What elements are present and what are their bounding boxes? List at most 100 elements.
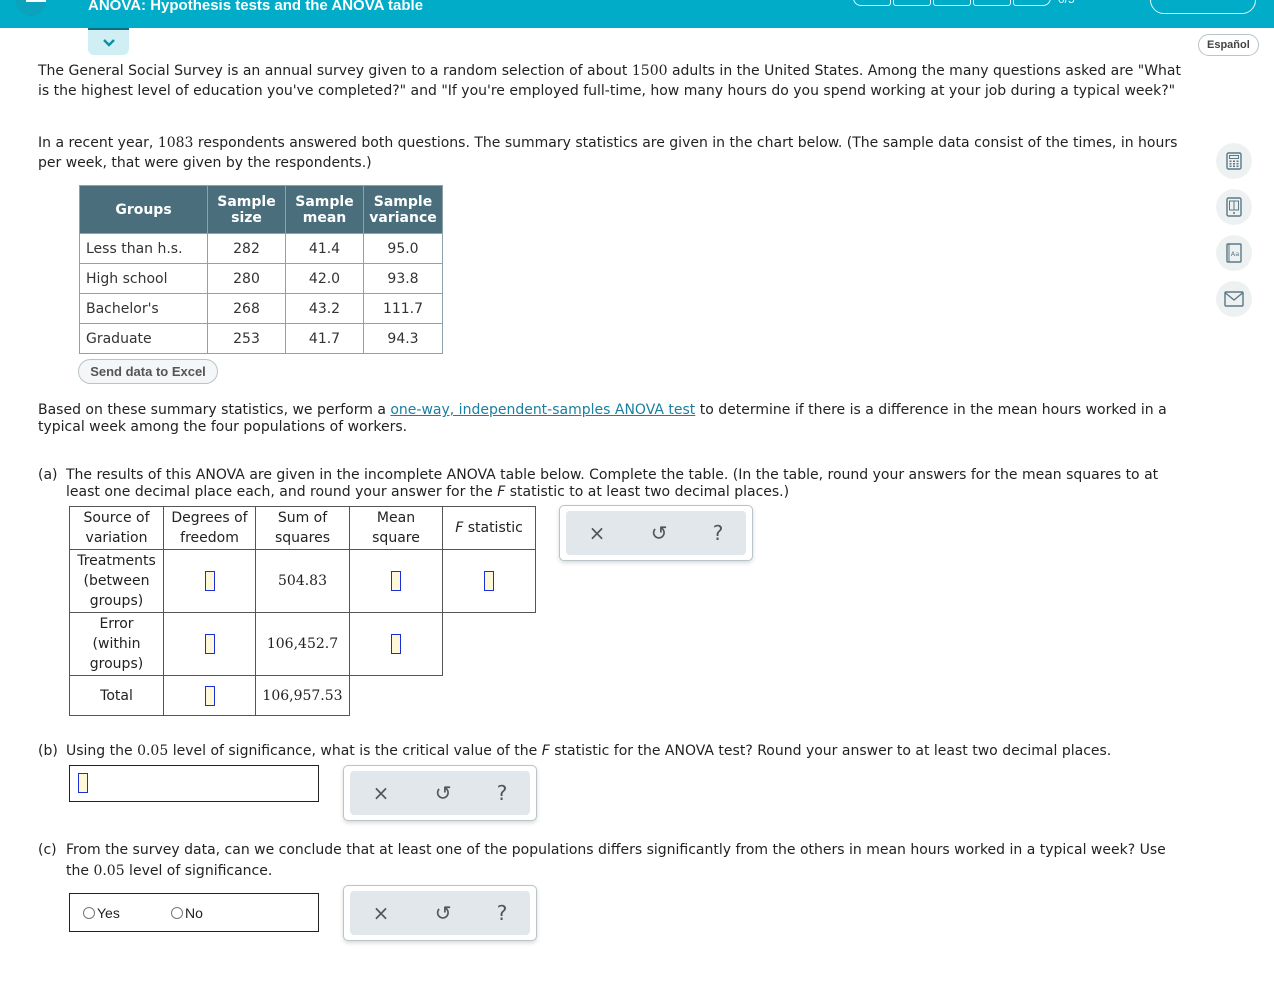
group-cell: Bachelor's: [79, 293, 208, 324]
message-button[interactable]: [1216, 281, 1252, 317]
treatments-ss: 504.83: [255, 549, 350, 613]
total-ss: 106,957.53: [255, 675, 350, 716]
clear-button[interactable]: ×: [589, 521, 606, 545]
critical-value-input[interactable]: [78, 773, 88, 793]
radio-circle[interactable]: [171, 907, 183, 919]
question-text: level of significance.: [124, 863, 273, 879]
column-header: Sample mean: [285, 185, 364, 234]
part-a-answer-tools: × ↺ ?: [559, 505, 753, 561]
treatments-ms-input[interactable]: [391, 571, 401, 591]
label-text: groups): [89, 593, 144, 609]
yes-radio[interactable]: Yes: [83, 905, 120, 921]
radio-label: No: [185, 905, 203, 921]
calculator-button[interactable]: [1216, 143, 1252, 179]
undo-button[interactable]: ↺: [651, 521, 668, 545]
menu-button[interactable]: [16, 0, 46, 16]
radio-circle[interactable]: [83, 907, 95, 919]
progress-bar: [853, 0, 1051, 6]
size-cell: 268: [207, 293, 286, 324]
critical-value-answer-box: [69, 765, 319, 802]
total-df-input[interactable]: [204, 685, 215, 706]
radio-label: Yes: [97, 905, 120, 921]
question-text: statistic for the ANOVA test? Round your…: [549, 743, 1112, 759]
top-bar: ANOVA: Hypothesis tests and the ANOVA ta…: [0, 0, 1274, 28]
undo-button[interactable]: ↺: [435, 781, 452, 805]
intro-text: The General Social Survey is an annual s…: [38, 63, 632, 79]
group-cell: High school: [79, 263, 208, 294]
treatments-row: Treatments (between groups) 504.83: [69, 549, 536, 613]
column-header: Groups: [79, 185, 208, 234]
variance-cell: 94.3: [363, 323, 443, 354]
question-text: level of significance, what is the criti…: [168, 743, 542, 759]
size-cell: 282: [207, 233, 286, 264]
part-a-label: (a): [38, 467, 58, 483]
variance-cell: 111.7: [363, 293, 443, 324]
tool-sidebar: Aa: [1216, 143, 1252, 327]
row-label: Total: [69, 675, 164, 716]
undo-button[interactable]: ↺: [435, 901, 452, 925]
table-row: High school 280 42.0 93.8: [79, 263, 443, 294]
calculator-icon: [1226, 152, 1242, 170]
language-button[interactable]: Español: [1198, 34, 1259, 56]
user-menu-button[interactable]: [1150, 0, 1256, 14]
mean-cell: 41.7: [285, 323, 364, 354]
ebook-button[interactable]: [1216, 189, 1252, 225]
label-text: groups): [89, 656, 144, 672]
method-text: Based on these summary statistics, we pe…: [38, 402, 391, 418]
page-title: ANOVA: Hypothesis tests and the ANOVA ta…: [88, 0, 424, 14]
intro-paragraph-1: The General Social Survey is an annual s…: [38, 61, 1183, 101]
part-b-label: (b): [38, 743, 58, 759]
part-b-answer-tools: × ↺ ?: [343, 765, 537, 821]
ms-header: Mean square: [349, 506, 443, 550]
source-header: Source of variation: [69, 506, 164, 550]
respondent-count: 1083: [157, 135, 194, 151]
help-button[interactable]: ?: [497, 781, 508, 805]
clear-button[interactable]: ×: [373, 901, 390, 925]
ss-header: Sum of squares: [255, 506, 350, 550]
progress-segment: [893, 0, 931, 6]
progress-count: 0/5: [1058, 0, 1075, 6]
summary-statistics-table: Groups Sample size Sample mean Sample va…: [79, 185, 443, 354]
intro-text: In a recent year,: [38, 135, 158, 151]
part-c-question: (c) From the survey data, can we conclud…: [38, 840, 1183, 882]
size-cell: 280: [207, 263, 286, 294]
header-text: squares: [275, 530, 330, 546]
error-df-input[interactable]: [204, 634, 215, 654]
glossary-button[interactable]: Aa: [1216, 235, 1252, 271]
f-header: F statistic: [442, 506, 536, 550]
collapse-toggle[interactable]: [88, 28, 129, 55]
mean-cell: 41.4: [285, 233, 364, 264]
intro-text: respondents answered both questions. The…: [38, 135, 1178, 171]
treatments-df-input[interactable]: [204, 571, 215, 591]
f-statistic-input[interactable]: [484, 571, 494, 591]
error-ms-input[interactable]: [391, 634, 401, 654]
message-icon: [1224, 291, 1244, 307]
group-cell: Less than h.s.: [79, 233, 208, 264]
header-text: Degrees of: [171, 510, 248, 526]
clear-button[interactable]: ×: [373, 781, 390, 805]
anova-test-link[interactable]: one-way, independent-samples ANOVA test: [390, 402, 695, 418]
intro-paragraph-2: In a recent year, 1083 respondents answe…: [38, 133, 1183, 173]
survey-size: 1500: [631, 63, 668, 79]
progress-segment: [933, 0, 971, 6]
no-radio[interactable]: No: [171, 905, 203, 921]
mean-cell: 43.2: [285, 293, 364, 324]
df-header: Degrees of freedom: [163, 506, 256, 550]
header-text: statistic: [463, 520, 523, 536]
ebook-icon: [1226, 197, 1242, 217]
progress-segment: [853, 0, 891, 6]
header-text: Source of: [83, 510, 150, 526]
send-to-excel-button[interactable]: Send data to Excel: [78, 359, 218, 384]
help-button[interactable]: ?: [713, 521, 724, 545]
table-row: Bachelor's 268 43.2 111.7: [79, 293, 443, 324]
header-text: Sum of: [277, 510, 328, 526]
label-text: Error: [99, 616, 134, 632]
help-button[interactable]: ?: [497, 901, 508, 925]
size-cell: 253: [207, 323, 286, 354]
variance-cell: 93.8: [363, 263, 443, 294]
group-cell: Graduate: [79, 323, 208, 354]
question-text: statistic to at least two decimal places…: [505, 484, 790, 500]
svg-text:Aa: Aa: [1231, 250, 1239, 258]
progress-segment: [1013, 0, 1051, 6]
part-b-question: (b) Using the 0.05 level of significance…: [38, 741, 1183, 761]
